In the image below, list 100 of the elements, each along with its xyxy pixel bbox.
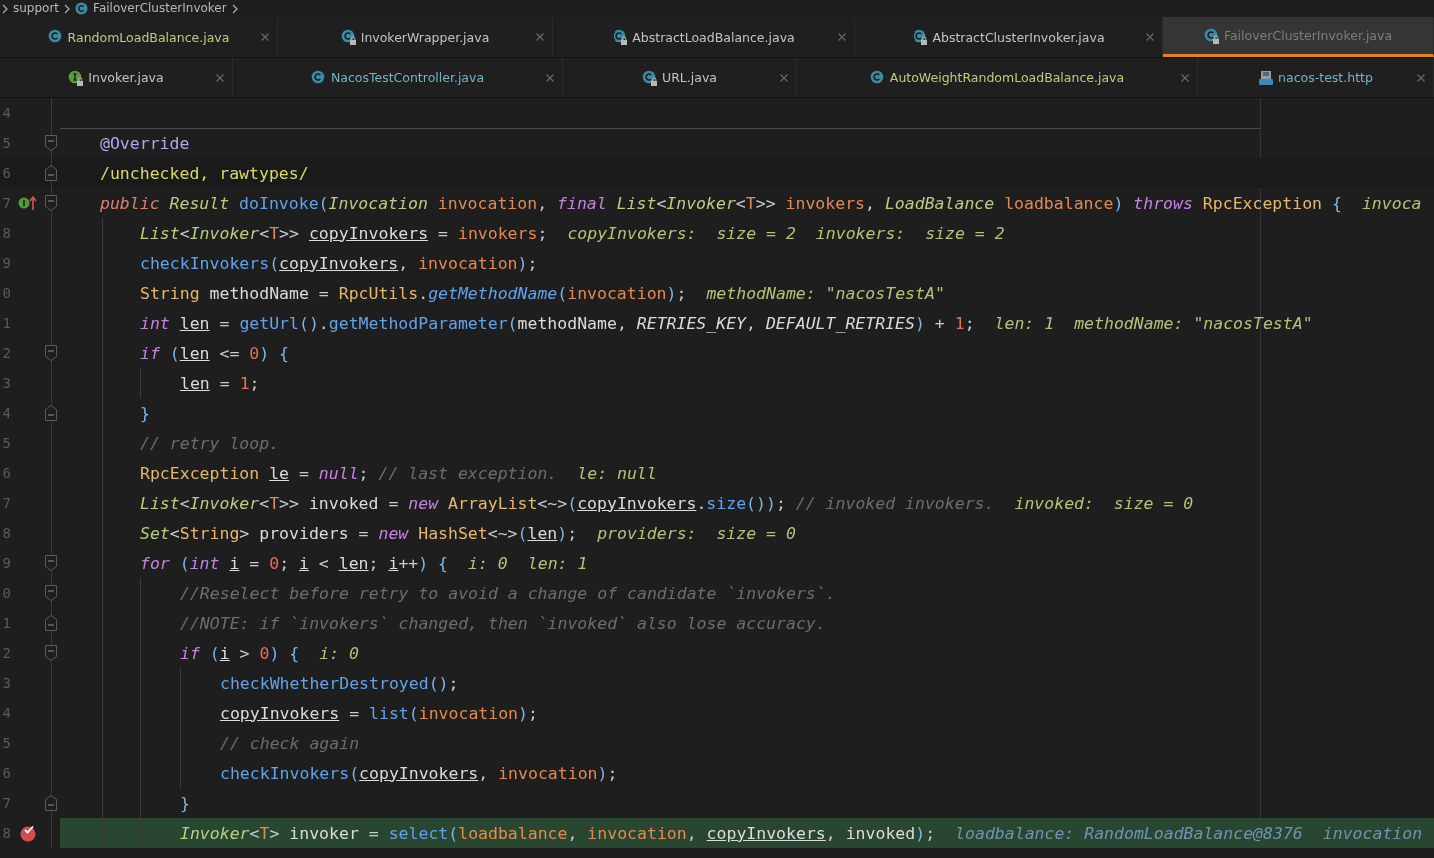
code-line: for (int i = 0; i < len; i++) { [140, 553, 449, 573]
fold-marker-icon[interactable] [45, 405, 57, 421]
line-number: 5 [1, 135, 11, 151]
tab-label: FailoverClusterInvoker.java [1223, 28, 1393, 43]
tab-label: NacosTestController.java [330, 70, 485, 85]
line-number: 4 [1, 405, 11, 421]
tab-label: nacos-test.http [1278, 70, 1373, 85]
code-line: public Result doInvoke(Invocation invocation, final List<Invoker<T>> invokers, LoadBalance loadbalance) throws RpcException { [100, 193, 1342, 213]
line-number: 1 [1, 615, 11, 631]
tab-label: AutoWeightRandomLoadBalance.java [889, 70, 1125, 85]
tab-label: AbstractClusterInvoker.java [932, 29, 1105, 45]
close-icon[interactable] [216, 74, 224, 82]
inline-value-hint: invokers: size = 2 [815, 223, 1005, 243]
inline-value-hint: invocation [1322, 823, 1423, 843]
editor-tab[interactable]: URL.java [563, 58, 797, 97]
inline-value-hint: i: 0 [468, 553, 508, 573]
editor-tab[interactable]: AbstractLoadBalance.java [553, 17, 855, 57]
code-line: //NOTE: if `invokers` changed, then `invoked` also lose accuracy. [180, 613, 826, 633]
class-icon [47, 29, 64, 45]
inline-value-hint: i: 0 [319, 643, 359, 663]
tab-label: URL.java [662, 70, 717, 85]
line-number: 7 [1, 495, 11, 511]
code-line: Set<String> providers = new HashSet<~>(len); [140, 523, 578, 543]
inline-value-hint: le: null [577, 463, 657, 483]
locked-class-icon [642, 69, 658, 86]
breadcrumb-item[interactable]: FailoverClusterInvoker [93, 2, 227, 15]
tab-label: Invoker.java [88, 70, 164, 85]
line-number: 9 [1, 555, 11, 571]
implements-icon[interactable] [18, 195, 38, 211]
code-line: @Override [100, 133, 190, 153]
code-line: checkInvokers(copyInvokers, invocation); [140, 253, 538, 273]
tab-label: RandomLoadBalance.java [67, 29, 230, 45]
line-number: 2 [1, 345, 11, 361]
line-number: 5 [1, 435, 11, 451]
line-number: 6 [1, 465, 11, 481]
close-icon[interactable] [1181, 74, 1189, 82]
close-icon[interactable] [1417, 74, 1425, 82]
close-icon[interactable] [536, 33, 544, 41]
fold-marker-icon[interactable] [45, 195, 57, 211]
line-number: 8 [1, 525, 11, 541]
code-line: //Reselect before retry to avoid a change of candidate `invokers`. [180, 583, 836, 603]
close-icon[interactable] [838, 33, 846, 41]
inline-value-hint: copyInvokers: size = 2 [567, 223, 796, 243]
inline-value-hint: invoca [1361, 193, 1422, 213]
code-line: String methodName = RpcUtils.getMethodName(invocation); [140, 283, 687, 303]
class-icon [869, 69, 886, 86]
inline-value-hint: methodName: "nacosTestA" [1074, 313, 1313, 333]
code-line: } [180, 793, 190, 813]
close-icon[interactable] [1146, 33, 1154, 41]
line-number: 0 [1, 285, 11, 301]
line-number: 3 [1, 675, 11, 691]
line-number: 9 [1, 255, 11, 271]
fold-marker-icon[interactable] [45, 615, 57, 631]
locked-class-icon [1203, 27, 1220, 44]
line-number: 5 [1, 735, 11, 751]
fold-marker-icon[interactable] [45, 345, 57, 361]
breakpoint-icon[interactable] [19, 824, 37, 842]
fold-marker-icon[interactable] [45, 645, 57, 661]
inline-value-hint: loadbalance: RandomLoadBalance@8376 [955, 823, 1303, 843]
fold-marker-icon[interactable] [45, 165, 57, 181]
code-line: copyInvokers = list(invocation); [220, 703, 538, 723]
code-line: } [140, 403, 150, 423]
code-line: checkWhetherDestroyed(); [220, 673, 459, 693]
line-number: 4 [1, 105, 11, 121]
line-number: 2 [1, 645, 11, 661]
editor-tab[interactable]: RandomLoadBalance.java [0, 17, 278, 57]
code-line: List<Invoker<T>> copyInvokers = invokers; [140, 223, 548, 243]
inline-value-hint: providers: size = 0 [597, 523, 796, 543]
code-line: List<Invoker<T>> invoked = new ArrayList<~>(copyInvokers.size()); // invoked invokers. [140, 493, 995, 513]
line-number: 3 [1, 375, 11, 391]
close-icon[interactable] [261, 33, 269, 41]
editor-tab[interactable]: InvokerWrapper.java [278, 17, 553, 57]
line-number: 8 [1, 825, 11, 841]
close-icon[interactable] [546, 74, 554, 82]
fold-marker-icon[interactable] [45, 555, 57, 571]
editor-tab[interactable]: nacos-test.http [1198, 58, 1434, 97]
line-number: 7 [1, 195, 11, 211]
line-number: 7 [1, 795, 11, 811]
editor-tab[interactable]: Invoker.java [0, 58, 233, 97]
code-line: int len = getUrl().getMethodParameter(methodName, RETRIES_KEY, DEFAULT_RETRIES) + 1; [140, 313, 975, 333]
editor-tab[interactable]: NacosTestController.java [233, 58, 563, 97]
code-line: // check again [220, 733, 360, 753]
line-number: 6 [1, 165, 11, 181]
breadcrumb-item[interactable]: support [13, 2, 60, 15]
close-icon[interactable] [780, 74, 788, 82]
locked-abstract-class-icon [612, 29, 629, 45]
fold-marker-icon[interactable] [45, 585, 57, 601]
fold-marker-icon[interactable] [45, 795, 57, 811]
code-line: // retry loop. [140, 433, 280, 453]
code-line: checkInvokers(copyInvokers, invocation); [220, 763, 618, 783]
editor-tab[interactable]: AutoWeightRandomLoadBalance.java [797, 58, 1198, 97]
code-line: /unchecked, rawtypes/ [100, 163, 309, 183]
line-number: 0 [1, 585, 11, 601]
line-number: 8 [1, 225, 11, 241]
code-line: if (i > 0) { [180, 643, 300, 663]
code-line: RpcException le = null; // last exception. [140, 463, 558, 483]
inline-value-hint: methodName: "nacosTestA" [706, 283, 945, 303]
fold-marker-icon[interactable] [45, 135, 57, 151]
code-line: if (len <= 0) { [140, 343, 290, 363]
line-number: 1 [1, 315, 11, 331]
